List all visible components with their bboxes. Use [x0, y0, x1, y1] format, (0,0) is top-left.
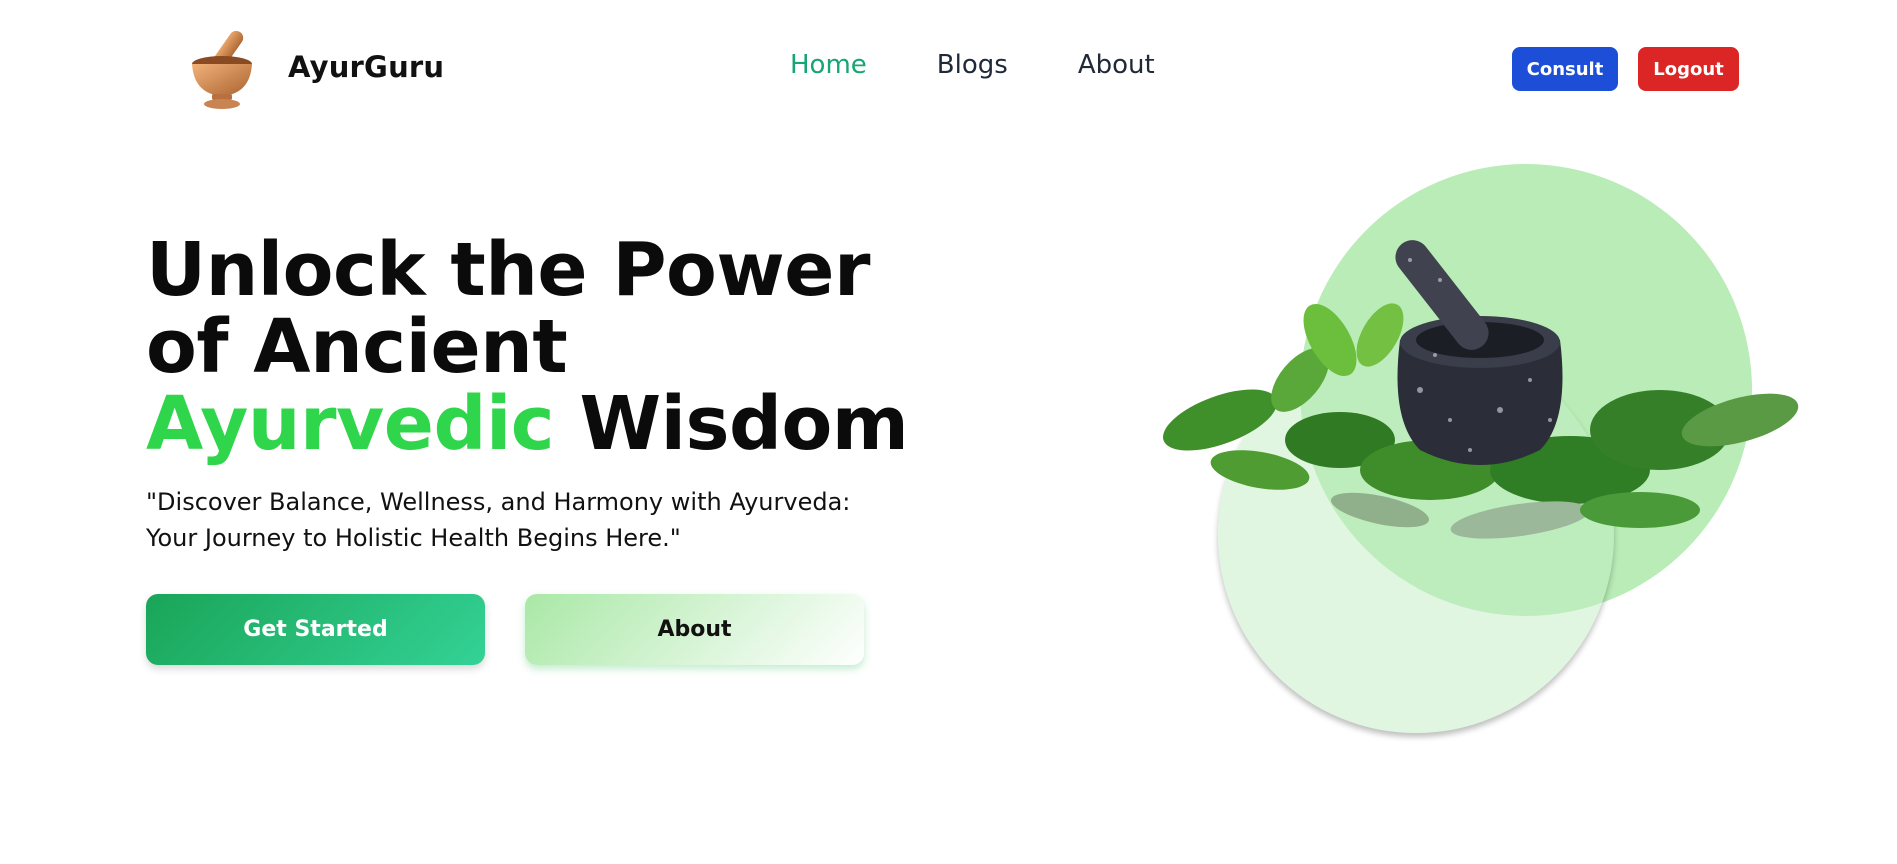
- nav-link-home[interactable]: Home: [790, 50, 867, 80]
- headline-accent: Ayurvedic: [146, 381, 555, 467]
- get-started-button[interactable]: Get Started: [146, 594, 485, 665]
- nav-link-blogs[interactable]: Blogs: [937, 50, 1008, 80]
- main-nav: Home Blogs About: [790, 50, 1225, 80]
- headline-part1: Unlock the Power of Ancient: [146, 227, 870, 390]
- hero-headline: Unlock the Power of Ancient Ayurvedic Wi…: [146, 232, 946, 463]
- consult-button[interactable]: Consult: [1512, 47, 1618, 91]
- mortar-with-herbs-icon: [1163, 240, 1799, 539]
- nav-link-about[interactable]: About: [1078, 50, 1155, 80]
- headline-part2: Wisdom: [554, 381, 909, 467]
- about-button[interactable]: About: [525, 594, 864, 665]
- navbar: AyurGuru Home Blogs About Consult Logout: [0, 0, 1897, 140]
- mortar-pestle-icon: [192, 30, 252, 109]
- logout-button[interactable]: Logout: [1638, 47, 1739, 91]
- hero-tagline: "Discover Balance, Wellness, and Harmony…: [146, 488, 851, 552]
- brand-name: AyurGuru: [288, 50, 445, 84]
- brand[interactable]: AyurGuru: [184, 24, 444, 110]
